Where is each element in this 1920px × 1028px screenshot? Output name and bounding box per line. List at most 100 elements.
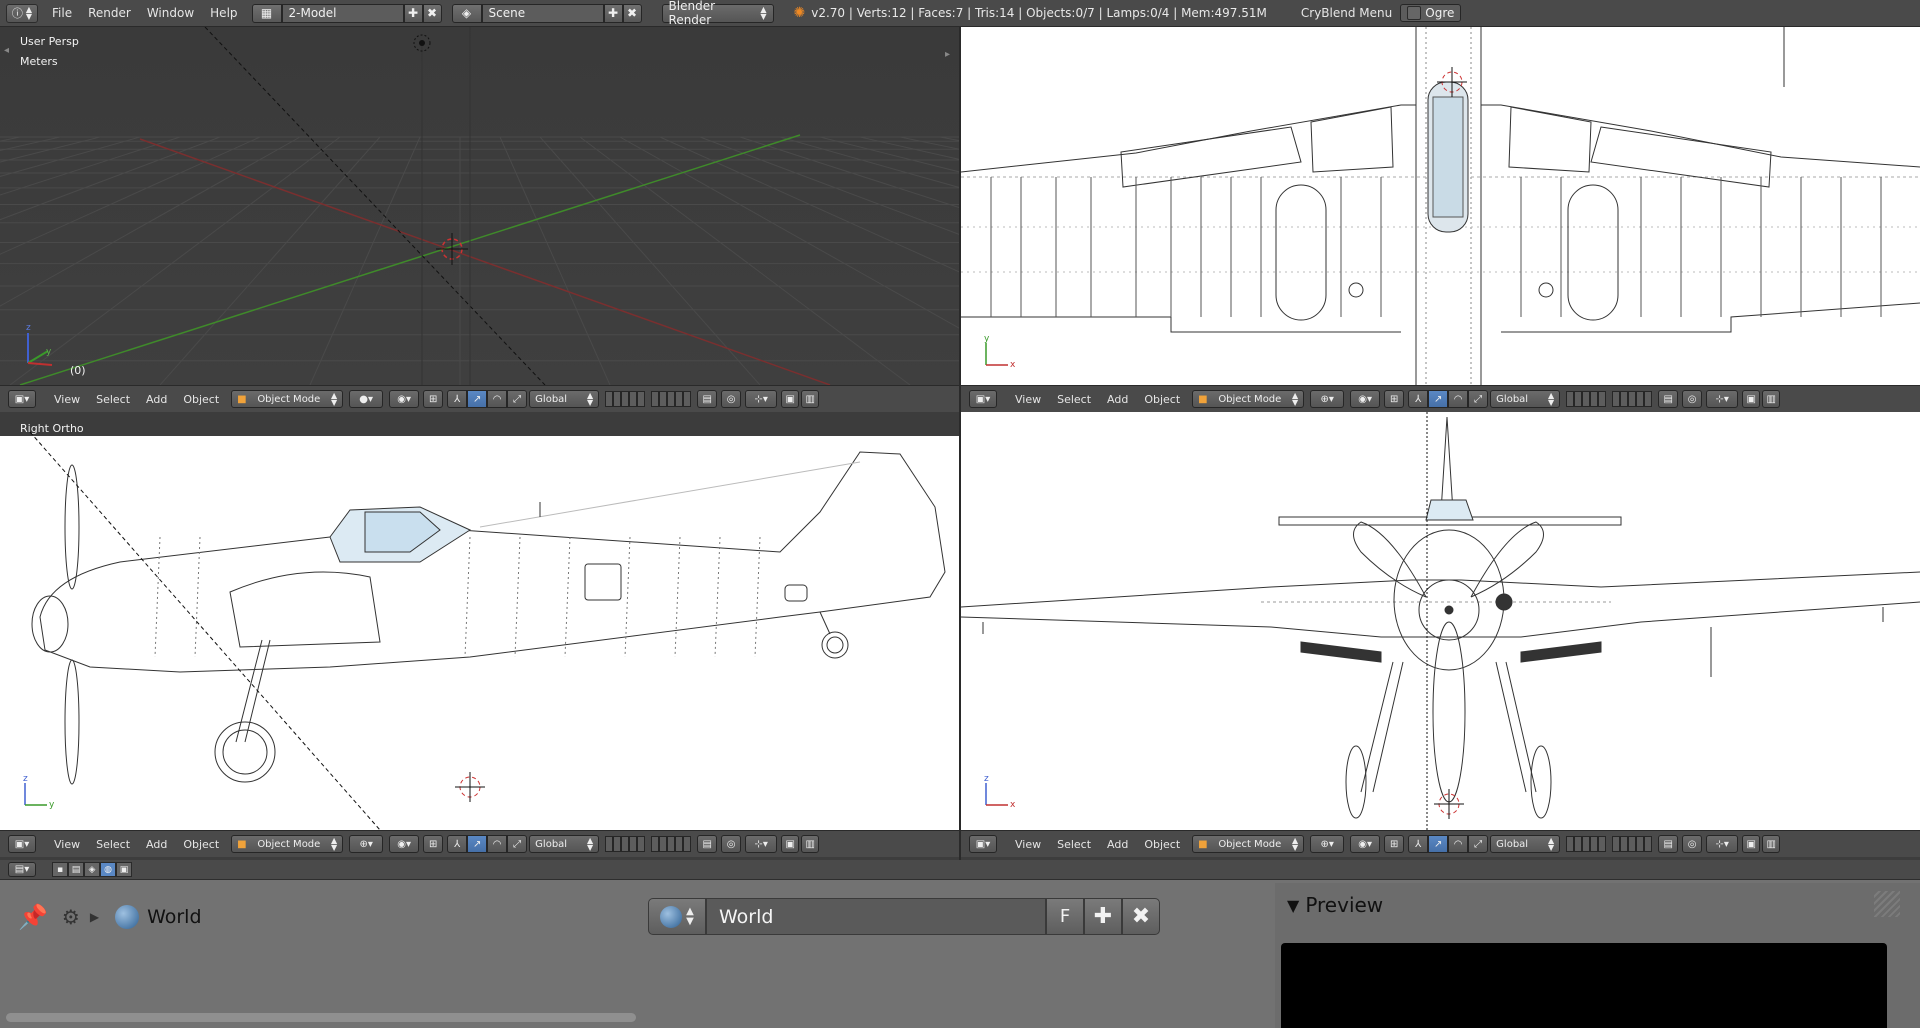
scene-add-button[interactable]: ✚ [603, 3, 623, 23]
lock-layers-button[interactable]: ▤ [1658, 835, 1679, 853]
fake-user-button[interactable]: F [1046, 898, 1084, 935]
rotate-manipulator[interactable]: ◠ [487, 835, 508, 853]
orientation-dropdown[interactable]: Global ▲ ▼ [1490, 835, 1561, 853]
orientation-dropdown[interactable]: Global ▲ ▼ [1490, 390, 1561, 408]
rotate-manipulator[interactable]: ◠ [1448, 390, 1469, 408]
lock-layers-button[interactable]: ▤ [1658, 390, 1679, 408]
rotate-manipulator[interactable]: ◠ [487, 390, 508, 408]
proportional-edit-button[interactable]: ◎ [721, 390, 742, 408]
mode-dropdown[interactable]: ■ Object Mode ▲ ▼ [231, 835, 344, 853]
pivot-dropdown[interactable]: ◉▾ [1350, 390, 1381, 408]
horizontal-scrollbar[interactable] [6, 1013, 636, 1022]
opengl-anim-button[interactable]: ▥ [801, 835, 820, 853]
editor-type-selector[interactable]: ⓘ ▲ ▼ [6, 3, 38, 23]
proportional-edit-button[interactable]: ◎ [721, 835, 742, 853]
layers-grid-a[interactable] [1566, 836, 1607, 852]
proportional-edit-button[interactable]: ◎ [1682, 390, 1703, 408]
layers-grid-b[interactable] [651, 836, 692, 852]
scene-name-field[interactable]: Scene [481, 3, 604, 23]
world-unlink-button[interactable]: ✖ [1122, 898, 1160, 935]
menu-view[interactable]: View [1007, 838, 1049, 851]
menu-select[interactable]: Select [1049, 393, 1099, 406]
lock-layers-button[interactable]: ▤ [697, 835, 718, 853]
layers-grid-a[interactable] [1566, 391, 1607, 407]
menu-object[interactable]: Object [1136, 393, 1188, 406]
shading-dropdown[interactable]: ●▾ [349, 390, 384, 408]
snap-dropdown[interactable]: ⊹▾ [745, 390, 778, 408]
snap-dropdown[interactable]: ⊹▾ [745, 835, 778, 853]
rotate-manipulator[interactable]: ◠ [1448, 835, 1469, 853]
ogre-checkbox[interactable] [1407, 6, 1422, 20]
viewport-right-ortho[interactable]: Right Ortho z y [0, 412, 959, 830]
shading-dropdown[interactable]: ⊕▾ [1310, 835, 1345, 853]
layer-toggle[interactable]: ⊞ [423, 390, 444, 408]
scale-manipulator[interactable]: ⤢ [507, 835, 528, 853]
menu-select[interactable]: Select [88, 393, 138, 406]
menu-view[interactable]: View [46, 393, 88, 406]
translate-manipulator[interactable]: ↗ [467, 390, 488, 408]
scale-manipulator[interactable]: ⤢ [507, 390, 528, 408]
world-new-button[interactable]: ✚ [1084, 898, 1122, 935]
editor-type-selector[interactable]: ▣▾ [969, 835, 997, 853]
translate-manipulator[interactable]: ↗ [1428, 390, 1449, 408]
menu-add[interactable]: Add [138, 838, 175, 851]
scene-context-button[interactable]: ◈ [84, 862, 100, 877]
object-context-button[interactable]: ▣ [116, 862, 132, 877]
scene-browse-button[interactable]: ◈ [451, 3, 482, 23]
menu-object[interactable]: Object [175, 393, 227, 406]
world-browse-button[interactable]: ▲ ▼ [648, 898, 706, 935]
manipulator-toggle[interactable]: ⅄ [447, 390, 468, 408]
snap-dropdown[interactable]: ⊹▾ [1706, 390, 1739, 408]
opengl-render-button[interactable]: ▣ [1742, 835, 1761, 853]
drag-handle-icon[interactable] [1874, 891, 1900, 917]
shading-dropdown[interactable]: ⊕▾ [349, 835, 384, 853]
opengl-anim-button[interactable]: ▥ [801, 390, 820, 408]
editor-type-selector[interactable]: ▣▾ [8, 835, 36, 853]
layers-grid-b[interactable] [1612, 391, 1653, 407]
layers-grid-a[interactable] [605, 391, 646, 407]
orientation-dropdown[interactable]: Global ▲ ▼ [529, 390, 600, 408]
pivot-dropdown[interactable]: ◉▾ [1350, 835, 1381, 853]
opengl-anim-button[interactable]: ▥ [1762, 835, 1781, 853]
scale-manipulator[interactable]: ⤢ [1468, 835, 1489, 853]
snap-dropdown[interactable]: ⊹▾ [1706, 835, 1739, 853]
preview-panel-header[interactable]: ▼ Preview [1287, 893, 1383, 917]
layer-toggle[interactable]: ⊞ [1384, 835, 1405, 853]
opengl-render-button[interactable]: ▣ [781, 390, 800, 408]
layer-toggle[interactable]: ⊞ [1384, 390, 1405, 408]
menu-view[interactable]: View [46, 838, 88, 851]
menu-window[interactable]: Window [139, 6, 202, 20]
menu-view[interactable]: View [1007, 393, 1049, 406]
layer-toggle[interactable]: ⊞ [423, 835, 444, 853]
ogre-toggle[interactable]: Ogre [1400, 4, 1462, 22]
opengl-render-button[interactable]: ▣ [1742, 390, 1761, 408]
editor-type-selector[interactable]: ▣▾ [8, 390, 36, 408]
scene-remove-button[interactable]: ✖ [622, 3, 642, 23]
manipulator-toggle[interactable]: ⅄ [1408, 390, 1429, 408]
translate-manipulator[interactable]: ↗ [467, 835, 488, 853]
viewport-divider-vertical[interactable] [959, 27, 961, 860]
layers-context-button[interactable]: ▤ [68, 862, 84, 877]
world-context-button[interactable]: ◍ [100, 862, 116, 877]
opengl-anim-button[interactable]: ▥ [1762, 390, 1781, 408]
editor-type-selector[interactable]: ▤▾ [8, 862, 36, 877]
scale-manipulator[interactable]: ⤢ [1468, 390, 1489, 408]
shading-dropdown[interactable]: ⊕▾ [1310, 390, 1345, 408]
menu-render[interactable]: Render [80, 6, 139, 20]
manipulator-toggle[interactable]: ⅄ [447, 835, 468, 853]
menu-help[interactable]: Help [202, 6, 245, 20]
layout-remove-button[interactable]: ✖ [422, 3, 442, 23]
menu-object[interactable]: Object [175, 838, 227, 851]
layout-add-button[interactable]: ✚ [403, 3, 423, 23]
render-context-button[interactable]: ▪ [52, 862, 68, 877]
menu-object[interactable]: Object [1136, 838, 1188, 851]
lock-layers-button[interactable]: ▤ [697, 390, 718, 408]
translate-manipulator[interactable]: ↗ [1428, 835, 1449, 853]
pivot-dropdown[interactable]: ◉▾ [389, 390, 420, 408]
menu-add[interactable]: Add [1099, 393, 1136, 406]
render-engine-dropdown[interactable]: Blender Render ▲ ▼ [661, 0, 774, 27]
proportional-edit-button[interactable]: ◎ [1682, 835, 1703, 853]
layers-grid-b[interactable] [651, 391, 692, 407]
manipulator-toggle[interactable]: ⅄ [1408, 835, 1429, 853]
menu-add[interactable]: Add [1099, 838, 1136, 851]
